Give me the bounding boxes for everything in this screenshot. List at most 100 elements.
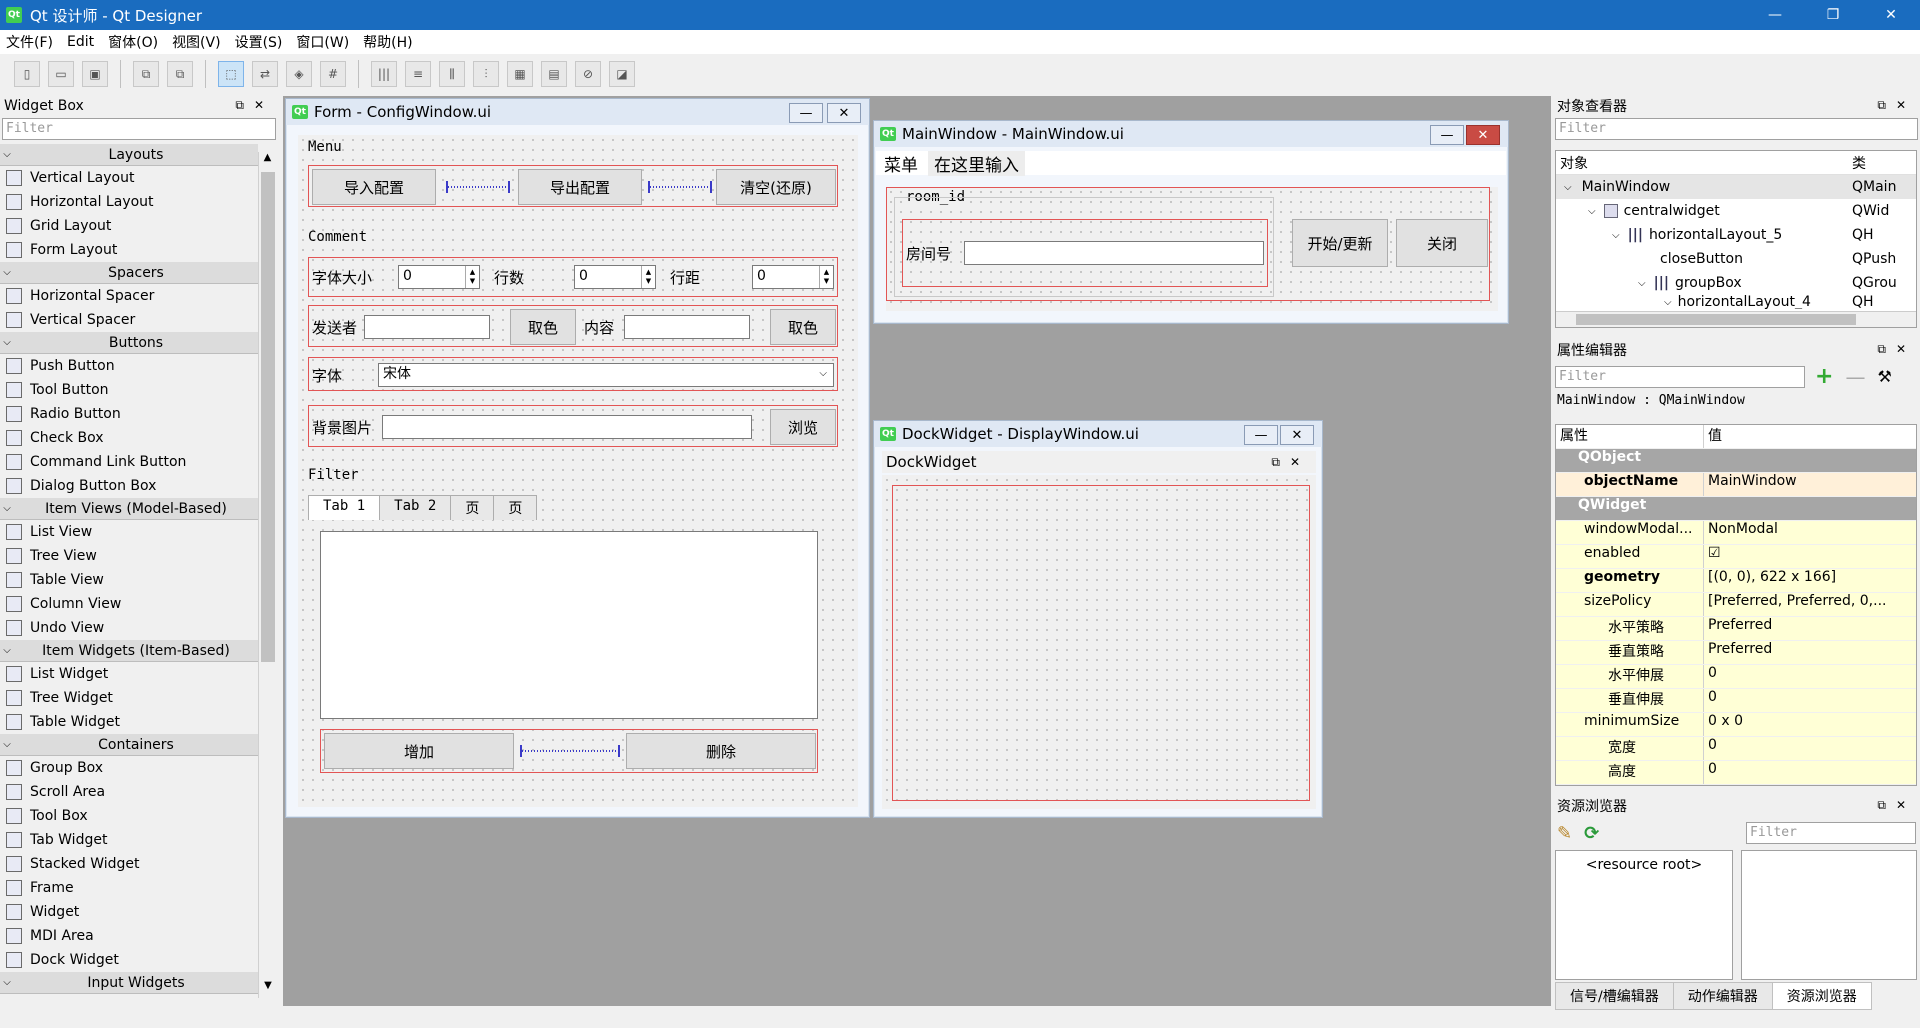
tab-resource-browser[interactable]: 资源浏览器 — [1771, 982, 1872, 1010]
layout-vertical-icon[interactable]: ≡ — [405, 61, 431, 87]
menu-view[interactable]: 视图(V) — [172, 32, 221, 52]
widget-box-item[interactable]: Dialog Button Box — [0, 474, 258, 498]
widget-box-item[interactable]: Form Layout — [0, 238, 258, 262]
copy-icon[interactable]: ⧉ — [133, 61, 159, 87]
widget-category[interactable]: ⌵ Input Widgets — [0, 972, 258, 994]
widget-box-item[interactable]: Tool Button — [0, 378, 258, 402]
menu-help[interactable]: 帮助(H) — [363, 32, 412, 52]
font-size-spinbox[interactable]: 0 ▲ ▼ — [398, 265, 480, 289]
dock-float-close-icon[interactable]: ⧉✕ — [1877, 98, 1916, 113]
object-inspector-filter[interactable]: Filter — [1555, 118, 1918, 140]
content-pick-color-button[interactable]: 取色 — [770, 309, 836, 345]
menu-edit[interactable]: Edit — [67, 34, 94, 50]
main-window[interactable]: Qt MainWindow - MainWindow.ui — ✕ 菜单 在这里… — [873, 120, 1509, 324]
property-row[interactable]: 高度 0 — [1556, 761, 1916, 785]
widget-box-item[interactable]: MDI Area — [0, 924, 258, 948]
scrollbar-thumb[interactable] — [1576, 314, 1856, 325]
dock-float-close-icon[interactable]: ⧉✕ — [235, 98, 274, 113]
tab-action-editor[interactable]: 动作编辑器 — [1672, 982, 1773, 1010]
import-config-button[interactable]: 导入配置 — [312, 169, 436, 205]
clear-reset-button[interactable]: 清空(还原) — [716, 169, 836, 205]
property-row[interactable]: 水平伸展 0 — [1556, 665, 1916, 689]
menu-window[interactable]: 窗口(W) — [296, 32, 349, 52]
widget-box-item[interactable]: Widget — [0, 900, 258, 924]
minimize-icon[interactable]: — — [1430, 125, 1464, 145]
content-input[interactable] — [624, 315, 750, 339]
edit-signals-icon[interactable]: ⇄ — [252, 61, 278, 87]
property-row[interactable]: QObject — [1556, 449, 1916, 473]
resource-root[interactable]: <resource root> — [1586, 857, 1703, 873]
property-row[interactable]: windowModal... NonModal — [1556, 521, 1916, 545]
menu-item[interactable]: 菜单 — [884, 151, 918, 176]
menu-form[interactable]: 窗体(O) — [108, 32, 158, 52]
widget-box-item[interactable]: Command Link Button — [0, 450, 258, 474]
sender-pick-color-button[interactable]: 取色 — [510, 309, 576, 345]
close-button[interactable]: 关闭 — [1396, 219, 1488, 267]
break-layout-icon[interactable]: ⊘ — [575, 61, 601, 87]
delete-button[interactable]: 删除 — [626, 733, 816, 769]
property-row[interactable]: QWidget — [1556, 497, 1916, 521]
add-property-icon[interactable]: + — [1815, 364, 1833, 389]
font-family-combobox[interactable]: 宋体 ⌵ — [378, 363, 834, 387]
resource-list[interactable] — [1741, 850, 1917, 980]
dock-float-close-icon[interactable]: ⧉✕ — [1877, 798, 1916, 813]
widget-box-item[interactable]: Group Box — [0, 756, 258, 780]
property-row[interactable]: 宽度 0 — [1556, 737, 1916, 761]
export-config-button[interactable]: 导出配置 — [518, 169, 642, 205]
edit-tab-order-icon[interactable]: # — [320, 61, 346, 87]
menu-file[interactable]: 文件(F) — [6, 32, 53, 52]
layout-splitter-h-icon[interactable]: ⫼ — [439, 61, 465, 87]
tree-h-scrollbar[interactable] — [1556, 311, 1916, 327]
property-row[interactable]: enabled ☑ — [1556, 545, 1916, 569]
bg-image-input[interactable] — [382, 415, 752, 439]
tree-row-centralwidget[interactable]: ⌵ centralwidget QWid — [1556, 199, 1916, 223]
wrench-icon[interactable]: ⚒ — [1877, 367, 1891, 386]
widget-box-filter[interactable]: Filter — [2, 118, 276, 140]
widget-box-item[interactable]: Tool Box — [0, 804, 258, 828]
edit-buddies-icon[interactable]: ◈ — [286, 61, 312, 87]
widget-box-item[interactable]: Frame — [0, 876, 258, 900]
reload-icon[interactable]: ⟳ — [1584, 823, 1599, 844]
tab-2[interactable]: Tab 2 — [379, 495, 452, 520]
tab-page-3[interactable]: 页 — [450, 495, 495, 520]
widget-box-scrollbar[interactable]: ▲ ▼ — [258, 152, 276, 998]
property-row[interactable]: 水平策略 Preferred — [1556, 617, 1916, 641]
edit-pencil-icon[interactable]: ✎ — [1557, 823, 1572, 844]
widget-box-item[interactable]: Check Box — [0, 426, 258, 450]
widget-box-item[interactable]: Column View — [0, 592, 258, 616]
config-window-titlebar[interactable]: Qt Form - ConfigWindow.ui — ✕ — [286, 99, 869, 125]
minimize-icon[interactable]: — — [1746, 0, 1804, 30]
close-icon[interactable]: ✕ — [1280, 425, 1314, 445]
widget-box-item[interactable]: Vertical Layout — [0, 166, 258, 190]
new-file-icon[interactable]: ▯ — [14, 61, 40, 87]
tree-row-horizontallayout4[interactable]: ⌵ horizontalLayout_4 QH — [1556, 295, 1916, 309]
widget-box-item[interactable]: Radio Button — [0, 402, 258, 426]
filter-list-view[interactable] — [320, 531, 818, 719]
widget-box-item[interactable]: List View — [0, 520, 258, 544]
widget-box-item[interactable]: Grid Layout — [0, 214, 258, 238]
tab-signal-slot-editor[interactable]: 信号/槽编辑器 — [1555, 982, 1674, 1010]
room-number-input[interactable] — [964, 241, 1264, 265]
widget-category[interactable]: ⌵ Item Widgets (Item-Based) — [0, 640, 258, 662]
edit-widgets-icon[interactable]: ⬚ — [218, 61, 244, 87]
close-icon[interactable]: ✕ — [1862, 0, 1920, 30]
scrollbar-thumb[interactable] — [261, 172, 275, 662]
dock-window-titlebar[interactable]: Qt DockWidget - DisplayWindow.ui — ✕ — [874, 421, 1322, 447]
widget-box-item[interactable]: Push Button — [0, 354, 258, 378]
widget-box-item[interactable]: Tree Widget — [0, 686, 258, 710]
tab-1[interactable]: Tab 1 — [308, 495, 381, 520]
layout-horizontal-icon[interactable]: ||| — [371, 61, 397, 87]
paste-icon[interactable]: ⧉ — [167, 61, 193, 87]
widget-category[interactable]: ⌵ Buttons — [0, 332, 258, 354]
widget-category[interactable]: ⌵ Item Views (Model-Based) — [0, 498, 258, 520]
sender-input[interactable] — [364, 315, 490, 339]
resource-tree[interactable]: <resource root> — [1555, 850, 1733, 980]
widget-box-item[interactable]: Tab Widget — [0, 828, 258, 852]
open-folder-icon[interactable]: ▭ — [48, 61, 74, 87]
widget-category[interactable]: ⌵ Layouts — [0, 144, 258, 166]
dock-window[interactable]: Qt DockWidget - DisplayWindow.ui — ✕ Doc… — [873, 420, 1323, 818]
layout-splitter-v-icon[interactable]: ⫶ — [473, 61, 499, 87]
widget-box-item[interactable]: Undo View — [0, 616, 258, 640]
maximize-icon[interactable]: ❐ — [1804, 0, 1862, 30]
widget-box-item[interactable]: Table View — [0, 568, 258, 592]
